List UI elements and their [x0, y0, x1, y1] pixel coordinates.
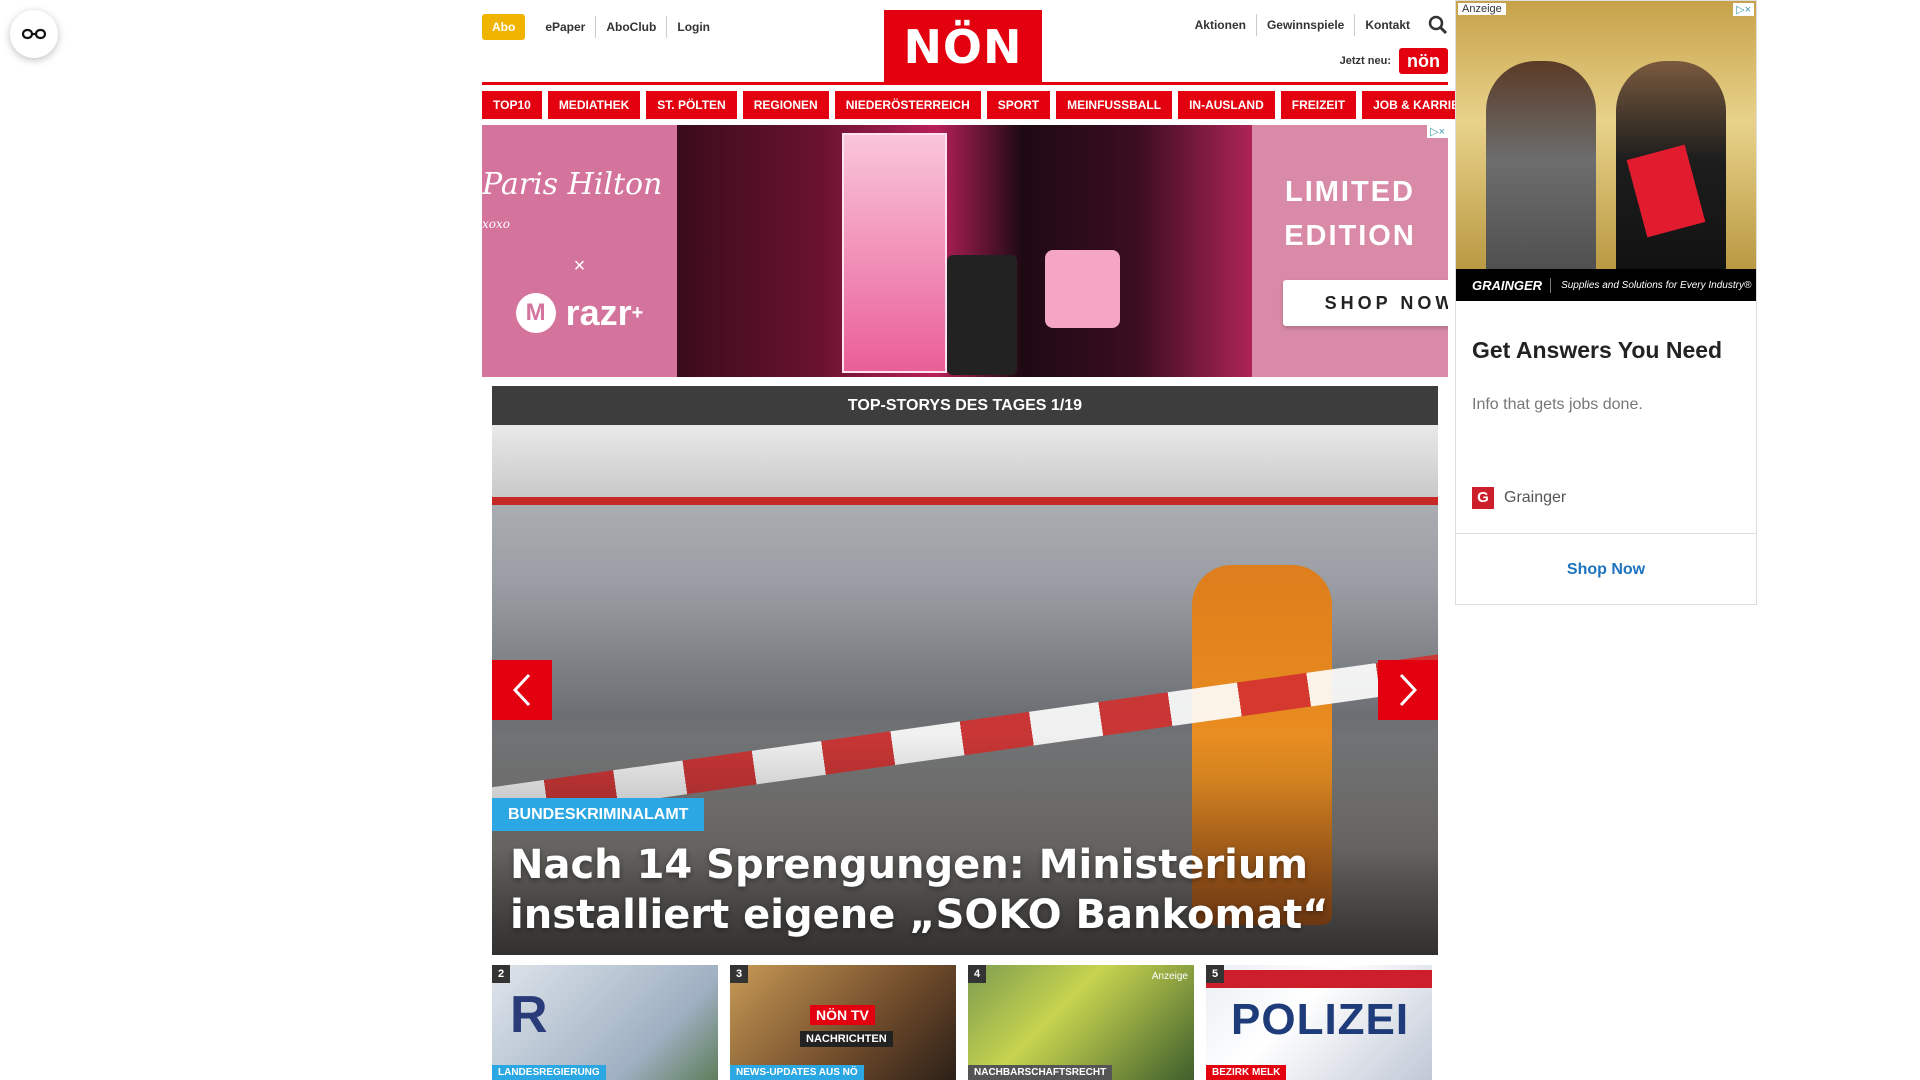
- thumb-image-letter: R: [510, 986, 548, 1044]
- thumb-category-tag: BEZIRK MELK: [1206, 1065, 1287, 1080]
- gewinnspiele-link[interactable]: Gewinnspiele: [1255, 14, 1354, 36]
- thumb-category-tag: NACHBARSCHAFTSRECHT: [968, 1065, 1113, 1080]
- main-nav: TOP10 MEDIATHEK ST. PÖLTEN REGIONEN NIED…: [482, 91, 1487, 119]
- next-story-button[interactable]: [1378, 660, 1438, 720]
- service-links: Aktionen Gewinnspiele Kontakt: [1185, 14, 1448, 36]
- side-ad-brand-name: Grainger: [1504, 489, 1567, 506]
- story-thumbnail[interactable]: NÖN TV NACHRICHTEN 3 NEWS-UPDATES AUS NÖ: [730, 965, 956, 1080]
- grainger-banner: GRAINGER Supplies and Solutions for Ever…: [1456, 269, 1756, 301]
- non-tv-subtitle: NACHRICHTEN: [800, 1031, 893, 1047]
- nav-item-in-ausland[interactable]: IN-AUSLAND: [1178, 91, 1275, 119]
- thumb-category-tag: LANDESREGIERUNG: [492, 1065, 606, 1080]
- nav-item-mediathek[interactable]: MEDIATHEK: [547, 91, 641, 119]
- thumb-ad-label: Anzeige: [1151, 971, 1188, 982]
- jetzt-neu: Jetzt neu: nön: [1340, 48, 1448, 74]
- reader-mode-button[interactable]: [10, 10, 58, 58]
- abo-button[interactable]: Abo: [482, 14, 526, 40]
- header-divider: [482, 82, 1448, 85]
- jetzt-neu-label: Jetzt neu:: [1339, 55, 1391, 67]
- side-ad[interactable]: Anzeige ▷× GRAINGER Supplies and Solutio…: [1455, 0, 1757, 605]
- nav-item-regionen[interactable]: REGIONEN: [742, 91, 829, 119]
- thumb-number: 4: [968, 965, 986, 983]
- side-ad-brand[interactable]: G Grainger: [1472, 487, 1566, 509]
- police-car-text: POLIZEI: [1231, 995, 1410, 1044]
- hero-image-sign: [492, 425, 1438, 505]
- search-icon[interactable]: [1428, 15, 1448, 35]
- banner-ad[interactable]: Paris Hilton xoxo × M razr + LIMITED EDIT…: [482, 125, 1448, 377]
- ad-label: Anzeige: [1458, 3, 1506, 15]
- nav-item-freizeit[interactable]: FREIZEIT: [1280, 91, 1357, 119]
- non-tv-logo: NÖN TV: [810, 1005, 875, 1025]
- razr-logo: M razr +: [515, 292, 643, 334]
- side-ad-subtitle: Info that gets jobs done.: [1472, 396, 1643, 413]
- phone-pink-image: [1045, 250, 1120, 328]
- kontakt-link[interactable]: Kontakt: [1354, 14, 1420, 36]
- account-links: Abo ePaper AboClub Login: [482, 14, 720, 40]
- non-app-badge[interactable]: nön: [1399, 48, 1448, 74]
- banner-brand-panel: Paris Hilton xoxo × M razr +: [482, 125, 677, 377]
- police-car-stripe: [1206, 970, 1432, 988]
- top-stories-heading: TOP-STORYS DES TAGES 1/19: [492, 386, 1438, 425]
- collab-x: ×: [573, 255, 586, 277]
- aktionen-link[interactable]: Aktionen: [1185, 14, 1256, 36]
- hero-category-tag[interactable]: BUNDESKRIMINALAMT: [492, 798, 705, 831]
- limited-edition-headline: LIMITED EDITION: [1284, 176, 1416, 252]
- product-box: [842, 133, 947, 373]
- nav-item-top10[interactable]: TOP10: [482, 91, 542, 119]
- thumb-number: 2: [492, 965, 510, 983]
- site-logo[interactable]: NÖN: [884, 10, 1042, 84]
- motorola-icon: M: [515, 293, 556, 333]
- side-ad-image: Anzeige ▷× GRAINGER Supplies and Solutio…: [1456, 1, 1756, 301]
- prev-story-button[interactable]: [492, 660, 552, 720]
- thumb-number: 5: [1206, 965, 1224, 983]
- nav-item-meinfussball[interactable]: MEINFUSSBALL: [1056, 91, 1173, 119]
- paris-hilton-logo: Paris Hilton xoxo: [482, 167, 663, 232]
- chevron-right-icon: [1399, 673, 1418, 707]
- ad-person-left: [1486, 61, 1596, 281]
- adchoices-icon[interactable]: ▷×: [1427, 125, 1448, 138]
- thumb-number: 3: [730, 965, 748, 983]
- reader-glasses-icon: [21, 28, 47, 40]
- story-thumbnails: R 2 LANDESREGIERUNG NÖN TV NACHRICHTEN 3…: [492, 965, 1438, 1080]
- story-thumbnail[interactable]: POLIZEI 5 BEZIRK MELK: [1206, 965, 1432, 1080]
- grainger-icon: G: [1472, 487, 1494, 509]
- hero-story[interactable]: BUNDESKRIMINALAMT Nach 14 Sprengungen: M…: [492, 425, 1438, 955]
- login-link[interactable]: Login: [666, 16, 720, 38]
- grainger-logo: GRAINGER: [1472, 277, 1552, 293]
- side-ad-shop-now-link[interactable]: Shop Now: [1456, 561, 1756, 579]
- nav-item-niederoesterreich[interactable]: NIEDERÖSTERREICH: [834, 91, 981, 119]
- site-header: Abo ePaper AboClub Login NÖN Aktionen Ge…: [482, 0, 1448, 84]
- shop-now-button[interactable]: SHOP NOW: [1283, 280, 1448, 326]
- story-thumbnail[interactable]: Anzeige 4 NACHBARSCHAFTSRECHT: [968, 965, 1194, 1080]
- chevron-left-icon: [512, 673, 531, 707]
- aboclub-link[interactable]: AboClub: [595, 16, 666, 38]
- side-ad-title[interactable]: Get Answers You Need: [1456, 301, 1756, 364]
- banner-cta-panel: LIMITED EDITION SHOP NOW ▷×: [1252, 125, 1448, 377]
- side-ad-divider: [1456, 533, 1756, 534]
- grainger-tagline: Supplies and Solutions for Every Industr…: [1561, 279, 1752, 291]
- nav-item-st-poelten[interactable]: ST. PÖLTEN: [646, 91, 737, 119]
- hero-headline[interactable]: Nach 14 Sprengungen: Ministerium install…: [510, 840, 1410, 940]
- banner-product-image: [677, 125, 1252, 377]
- nav-item-sport[interactable]: SPORT: [986, 91, 1051, 119]
- epaper-link[interactable]: ePaper: [535, 16, 595, 38]
- phone-image: [947, 255, 1017, 375]
- adchoices-icon[interactable]: ▷×: [1733, 3, 1754, 16]
- thumb-category-tag: NEWS-UPDATES AUS NÖ: [730, 1065, 864, 1080]
- story-thumbnail[interactable]: R 2 LANDESREGIERUNG: [492, 965, 718, 1080]
